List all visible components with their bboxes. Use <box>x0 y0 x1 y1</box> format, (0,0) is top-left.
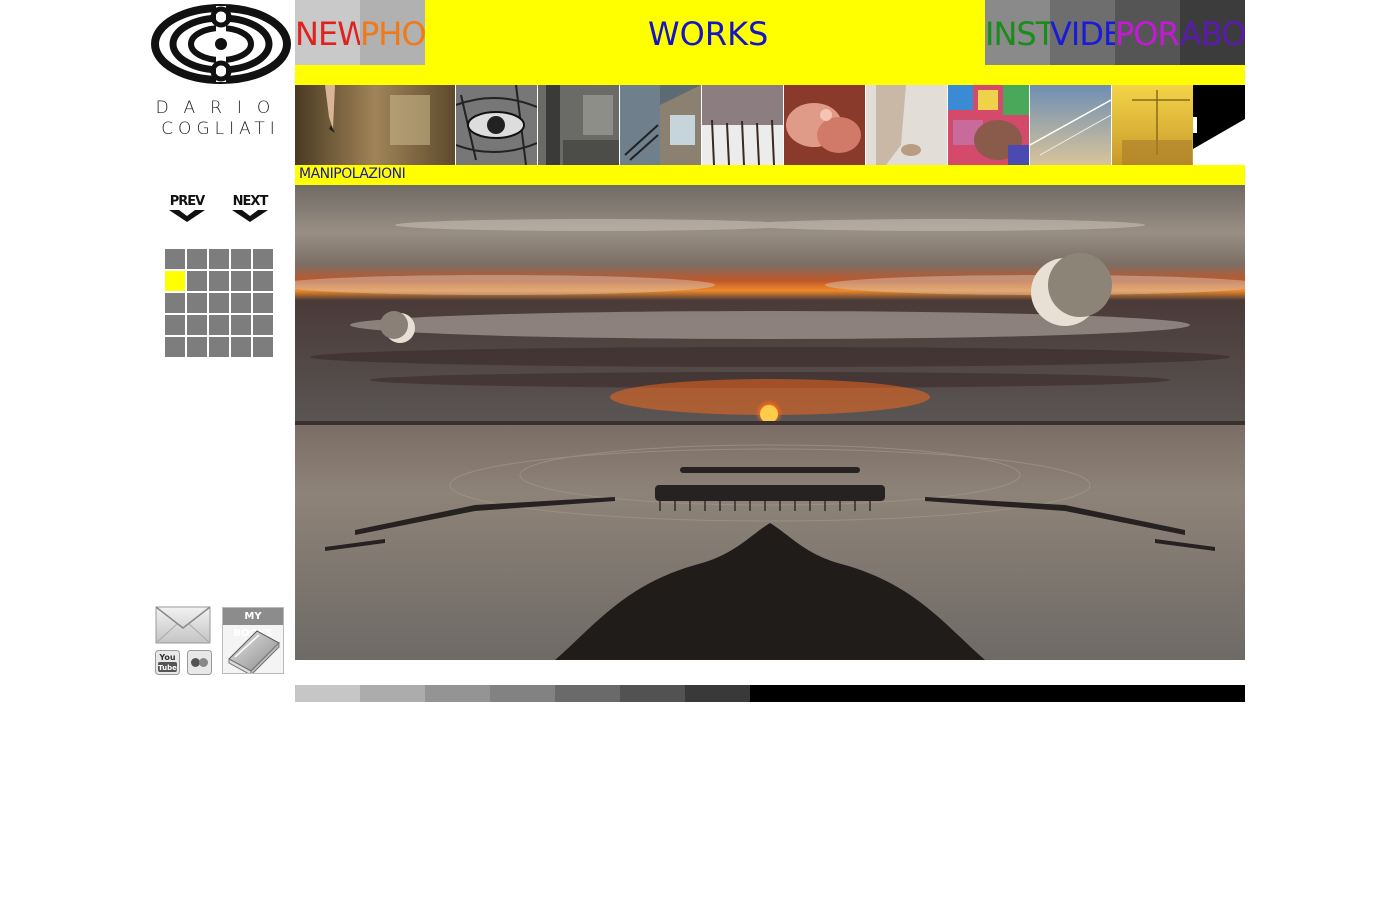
bottom-bar-segment[interactable] <box>685 685 750 702</box>
chevron-down-icon <box>169 210 205 222</box>
tab-about-label: ABO <box>1180 15 1245 53</box>
grid-cell[interactable] <box>253 293 273 313</box>
youtube-link[interactable]: You Tube <box>155 650 180 675</box>
grid-cell[interactable] <box>209 271 229 291</box>
thumb-legs-hallway[interactable] <box>295 85 455 165</box>
grid-cell[interactable] <box>231 315 251 335</box>
grid-cell-active[interactable] <box>165 271 185 291</box>
tab-installations-label: INST. <box>985 15 1050 53</box>
grid-cell[interactable] <box>187 337 207 357</box>
tab-new-label: NEW <box>295 15 360 53</box>
next-label: NEXT <box>232 194 269 209</box>
grid-cell[interactable] <box>209 293 229 313</box>
grid-cell[interactable] <box>209 249 229 269</box>
tab-photo[interactable]: PHO <box>360 0 425 65</box>
tab-video-label: VIDE <box>1050 15 1115 53</box>
grid-cell[interactable] <box>187 315 207 335</box>
site-logo[interactable] <box>150 4 292 84</box>
grid-cell[interactable] <box>209 337 229 357</box>
next-button[interactable]: NEXT <box>228 195 272 227</box>
thumb-colorful-collage[interactable] <box>948 85 1029 165</box>
thumbnail-strip <box>295 85 1245 165</box>
bottom-bar-segment[interactable] <box>555 685 620 702</box>
thumb-staircase[interactable] <box>620 85 701 165</box>
my-books-link[interactable]: MY BOOKS <box>222 607 284 674</box>
thumb-building-interior[interactable] <box>538 85 619 165</box>
grid-cell[interactable] <box>209 315 229 335</box>
my-books-label: MY BOOKS <box>223 608 283 639</box>
grid-cell[interactable] <box>231 249 251 269</box>
flickr-icon <box>187 650 212 675</box>
thumb-hands-pink[interactable] <box>784 85 865 165</box>
bottom-color-bar <box>295 685 1245 702</box>
grid-cell[interactable] <box>187 271 207 291</box>
thumb-body-white[interactable] <box>866 85 947 165</box>
grid-cell[interactable] <box>165 315 185 335</box>
grid-cell[interactable] <box>253 315 273 335</box>
tab-installations[interactable]: INST. <box>985 0 1050 65</box>
prev-button[interactable]: PREV <box>165 195 209 227</box>
grid-cell[interactable] <box>253 337 273 357</box>
page-title: WORKS <box>648 15 769 53</box>
brand-first-name: DARIO <box>155 98 286 118</box>
grid-cell[interactable] <box>253 249 273 269</box>
svg-text:Tube: Tube <box>158 664 177 672</box>
youtube-icon: You Tube <box>155 650 180 675</box>
tab-portfolio-label: POR <box>1115 15 1180 53</box>
tab-photo-label: PHO <box>360 15 425 53</box>
bottom-bar-segment[interactable] <box>295 685 360 702</box>
section-label: MANIPOLAZIONI <box>299 166 406 182</box>
thumb-sky-contrail[interactable] <box>1030 85 1111 165</box>
bottom-bar-segment[interactable] <box>620 685 685 702</box>
thumb-snow-fence[interactable] <box>702 85 783 165</box>
thumb-eye-closeup[interactable] <box>456 85 537 165</box>
flickr-link[interactable] <box>187 650 212 675</box>
grid-cell[interactable] <box>165 293 185 313</box>
tab-video[interactable]: VIDE <box>1050 0 1115 65</box>
menu-divider <box>295 65 1245 85</box>
main-artwork-image <box>295 185 1245 660</box>
email-link[interactable] <box>155 606 211 644</box>
bottom-bar-segment[interactable] <box>425 685 490 702</box>
mail-icon <box>155 606 211 644</box>
prev-label: PREV <box>169 194 205 209</box>
bottom-bar-segment[interactable] <box>750 685 1245 702</box>
strip-scroll-arrow-icon[interactable] <box>1193 85 1245 165</box>
logo-mark-icon <box>151 4 291 84</box>
grid-cell[interactable] <box>165 249 185 269</box>
tab-portfolio[interactable]: POR <box>1115 0 1180 65</box>
grid-cell[interactable] <box>231 337 251 357</box>
brand-last-name: COGLIATI <box>161 119 280 139</box>
grid-cell[interactable] <box>187 293 207 313</box>
thumb-crane-yellow[interactable] <box>1112 85 1193 165</box>
image-index-grid <box>165 249 273 357</box>
grid-cell[interactable] <box>253 271 273 291</box>
sunset-mirror-image <box>295 185 1245 660</box>
grid-cell[interactable] <box>231 293 251 313</box>
grid-cell[interactable] <box>231 271 251 291</box>
tab-about[interactable]: ABO <box>1180 0 1245 65</box>
section-bar: MANIPOLAZIONI <box>295 165 1245 185</box>
chevron-down-icon <box>232 210 268 222</box>
grid-cell[interactable] <box>165 337 185 357</box>
grid-cell[interactable] <box>187 249 207 269</box>
bottom-bar-segment[interactable] <box>360 685 425 702</box>
tab-new[interactable]: NEW <box>295 0 360 65</box>
bottom-bar-segment[interactable] <box>490 685 555 702</box>
book-icon <box>228 630 280 673</box>
svg-text:You: You <box>158 653 176 662</box>
